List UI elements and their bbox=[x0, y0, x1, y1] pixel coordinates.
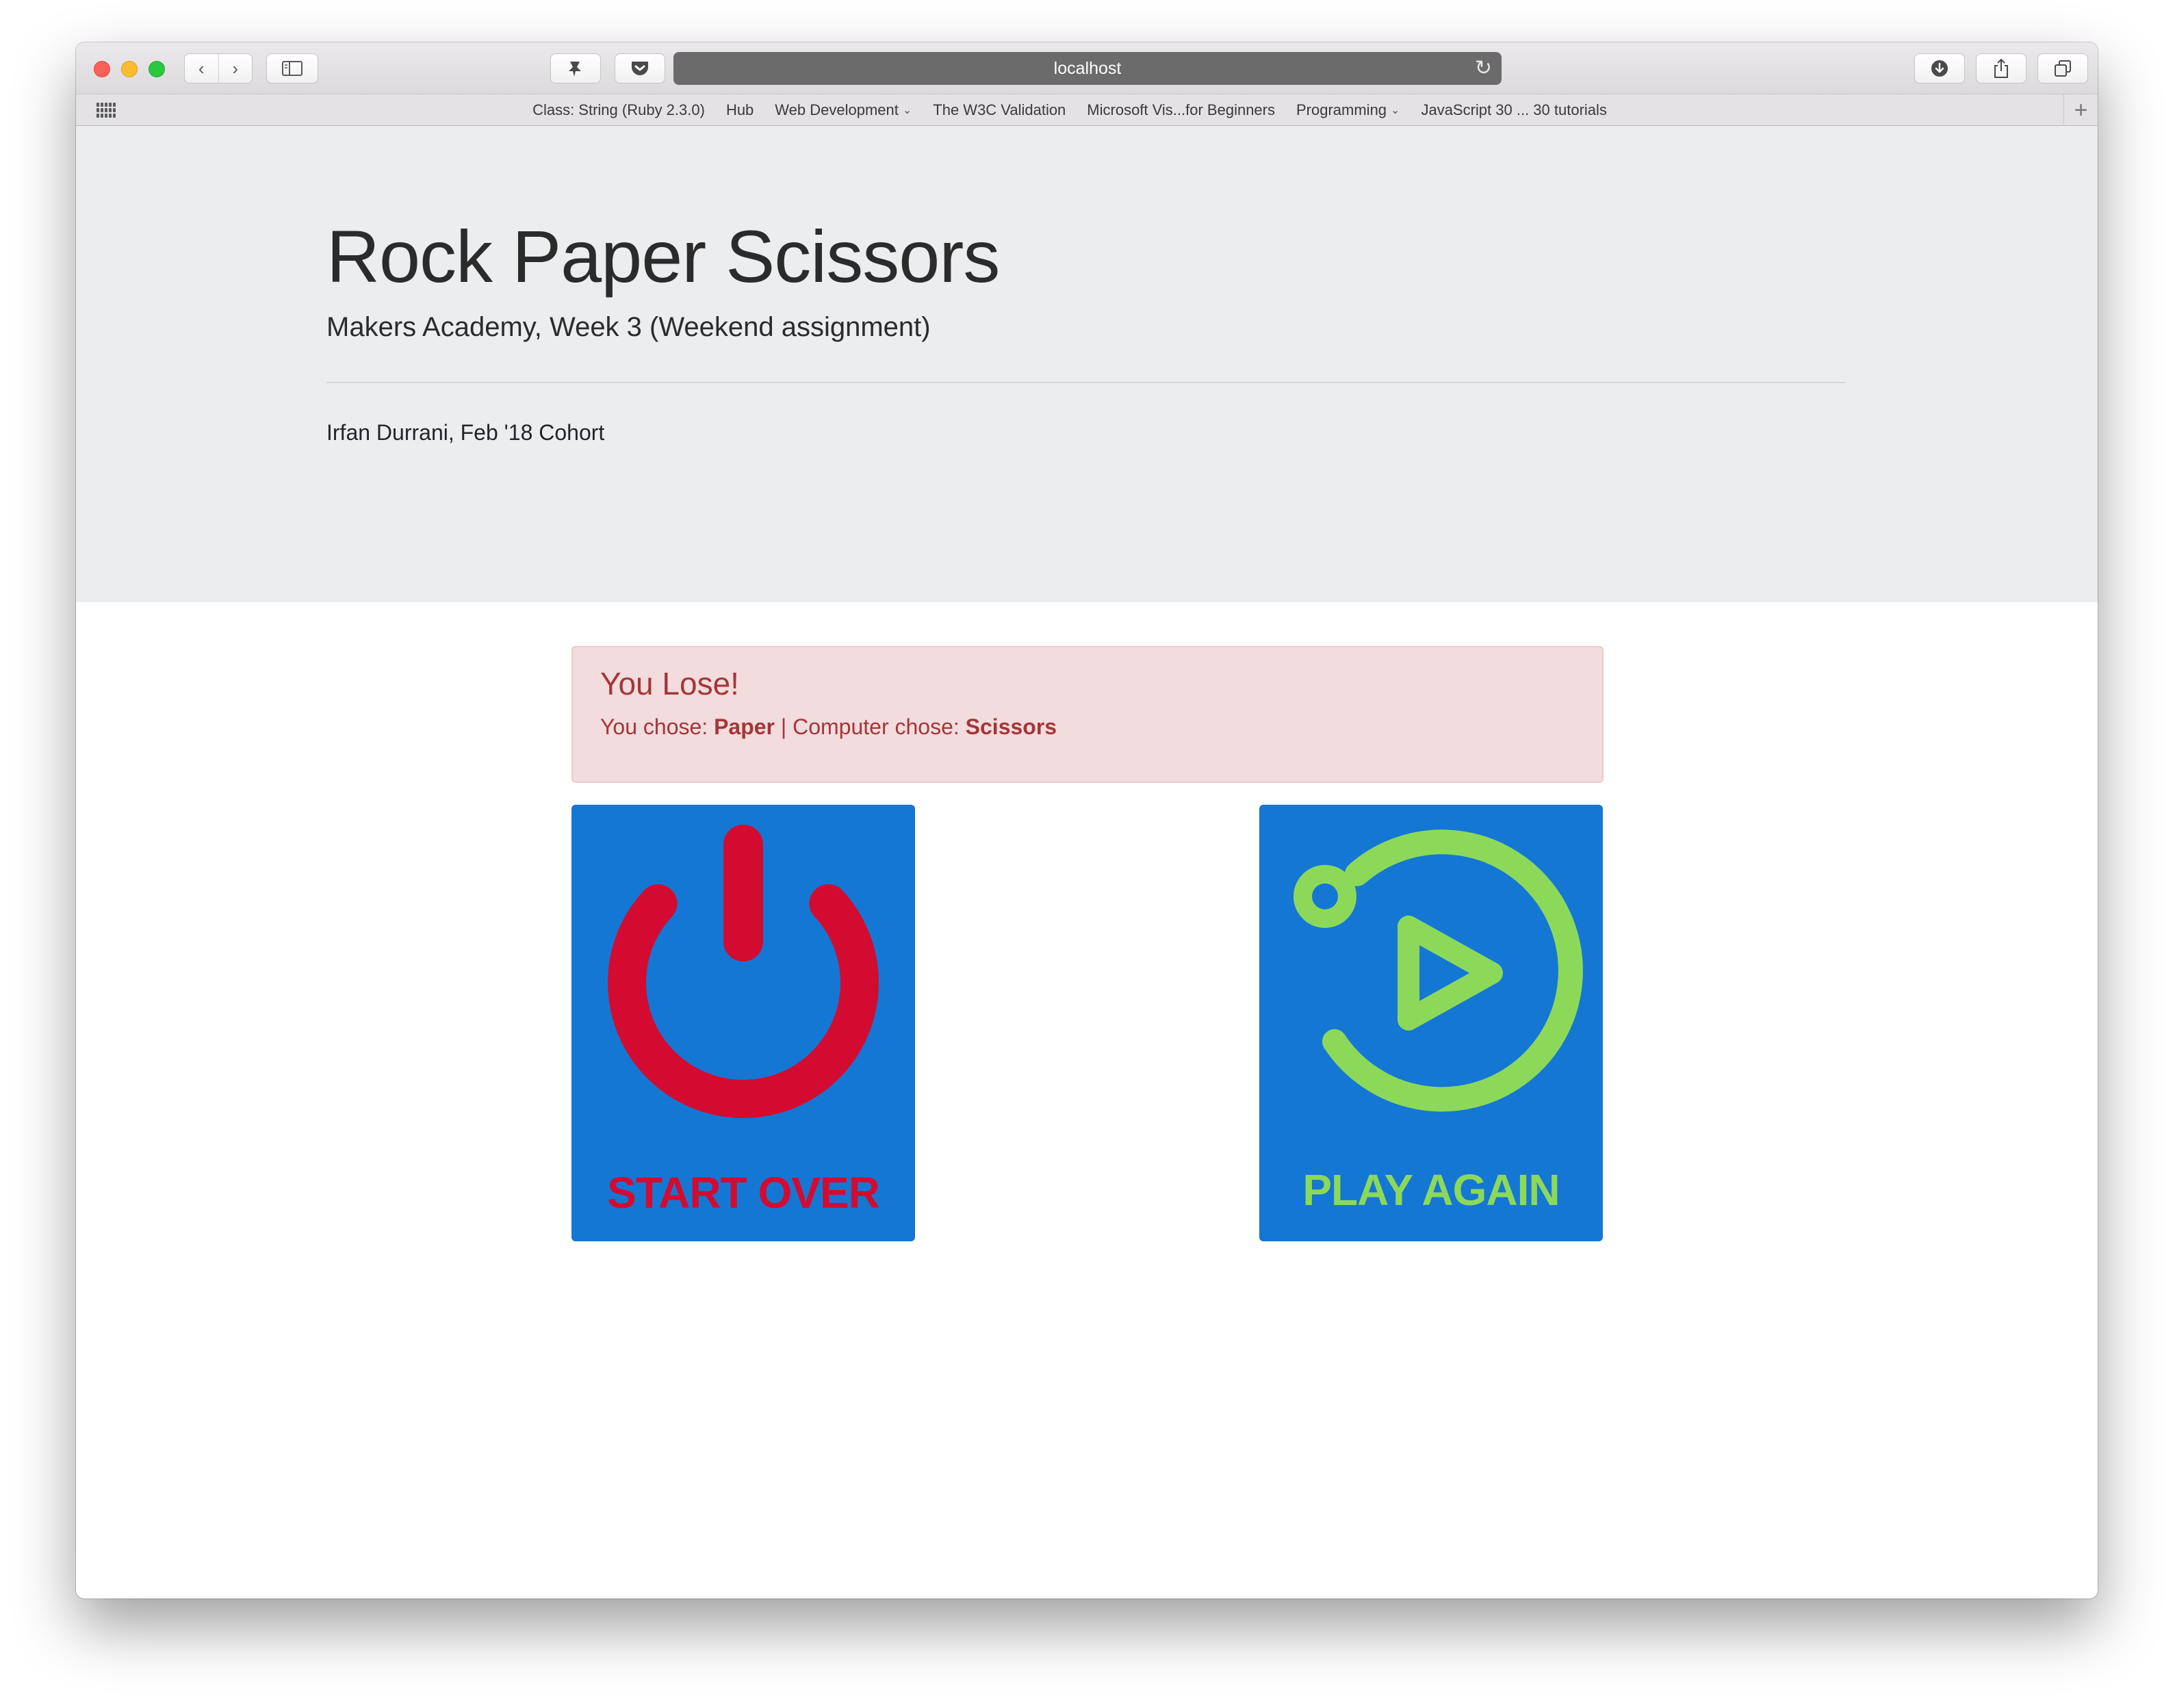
zoom-window-button[interactable] bbox=[149, 61, 165, 77]
play-again-button[interactable]: PLAY AGAIN bbox=[1259, 805, 1603, 1241]
start-over-button[interactable]: START OVER bbox=[571, 805, 915, 1241]
bookmark-label: Class: String (Ruby 2.3.0) bbox=[532, 101, 705, 118]
bookmarks-bar: Class: String (Ruby 2.3.0) Hub Web Develop… bbox=[76, 94, 2098, 126]
pocket-button[interactable] bbox=[615, 53, 665, 83]
download-icon bbox=[1931, 60, 1948, 77]
pocket-icon bbox=[632, 62, 648, 75]
bookmark-item[interactable]: Programming ⌄ bbox=[1296, 101, 1400, 119]
bookmark-item[interactable]: The W3C Validation bbox=[933, 101, 1066, 119]
title-bar: ‹ › localhost ↻ bbox=[76, 42, 2098, 94]
bookmark-item[interactable]: Hub bbox=[726, 101, 754, 119]
close-window-button[interactable] bbox=[94, 61, 110, 77]
author-line: Irfan Durrani, Feb '18 Cohort bbox=[326, 420, 605, 445]
you-chose-label: You chose: bbox=[600, 714, 708, 739]
sidebar-toggle-button[interactable] bbox=[266, 53, 318, 83]
forward-icon[interactable]: › bbox=[219, 54, 253, 83]
downloads-button[interactable] bbox=[1914, 53, 1965, 83]
bookmark-label: JavaScript 30 ... 30 tutorials bbox=[1421, 101, 1607, 118]
address-bar[interactable]: localhost ↻ bbox=[673, 52, 1502, 85]
result-details: You chose: Paper | Computer chose: Sciss… bbox=[600, 714, 1057, 740]
divider bbox=[326, 382, 1846, 383]
back-icon[interactable]: ‹ bbox=[185, 54, 218, 83]
minimize-window-button[interactable] bbox=[121, 61, 138, 77]
extension-button[interactable] bbox=[550, 53, 601, 83]
bookmark-label: Web Development bbox=[775, 101, 899, 118]
bookmark-item[interactable]: Microsoft Vis...for Beginners bbox=[1087, 101, 1275, 119]
result-alert: You Lose! You chose: Paper | Computer ch… bbox=[571, 646, 1604, 783]
share-icon bbox=[1994, 59, 2008, 78]
chevron-down-icon: ⌄ bbox=[902, 105, 912, 116]
result-heading: You Lose! bbox=[600, 666, 739, 701]
player-choice: Paper bbox=[714, 714, 775, 739]
add-bookmark-button[interactable]: + bbox=[2063, 94, 2098, 126]
browser-window: ‹ › localhost ↻ Class: String (Ruby 2.3.… bbox=[76, 42, 2098, 1599]
tabs-icon bbox=[2055, 60, 2071, 77]
sidebar-icon bbox=[282, 61, 303, 76]
bookmark-label: The W3C Validation bbox=[933, 101, 1066, 118]
url-text: localhost bbox=[1053, 58, 1122, 78]
start-over-label: START OVER bbox=[607, 1168, 880, 1217]
pin-icon bbox=[569, 62, 581, 77]
bookmark-item[interactable]: Class: String (Ruby 2.3.0) bbox=[532, 101, 705, 119]
separator: | bbox=[780, 714, 787, 739]
share-button[interactable] bbox=[1976, 53, 2026, 83]
bookmarks-list: Class: String (Ruby 2.3.0) Hub Web Develop… bbox=[76, 94, 2063, 126]
bookmark-label: Hub bbox=[725, 101, 754, 118]
page-content: Rock Paper Scissors Makers Academy, Week… bbox=[76, 126, 2098, 1599]
bookmark-label: Programming bbox=[1296, 101, 1387, 118]
bookmark-item[interactable]: JavaScript 30 ... 30 tutorials bbox=[1421, 101, 1606, 119]
chevron-down-icon: ⌄ bbox=[1391, 105, 1400, 116]
play-again-label: PLAY AGAIN bbox=[1302, 1165, 1560, 1215]
navigation-buttons: ‹ › bbox=[184, 53, 253, 83]
page-title: Rock Paper Scissors bbox=[326, 215, 1000, 298]
computer-chose-label: Computer chose: bbox=[793, 714, 960, 739]
jumbotron: Rock Paper Scissors Makers Academy, Week… bbox=[76, 126, 2098, 602]
computer-choice: Scissors bbox=[965, 714, 1057, 739]
bookmark-item[interactable]: Web Development ⌄ bbox=[775, 101, 912, 119]
tab-overview-button[interactable] bbox=[2037, 53, 2088, 83]
reload-icon[interactable]: ↻ bbox=[1475, 56, 1492, 80]
page-subtitle: Makers Academy, Week 3 (Weekend assignme… bbox=[326, 312, 931, 342]
bookmark-label: Microsoft Vis...for Beginners bbox=[1087, 101, 1275, 118]
